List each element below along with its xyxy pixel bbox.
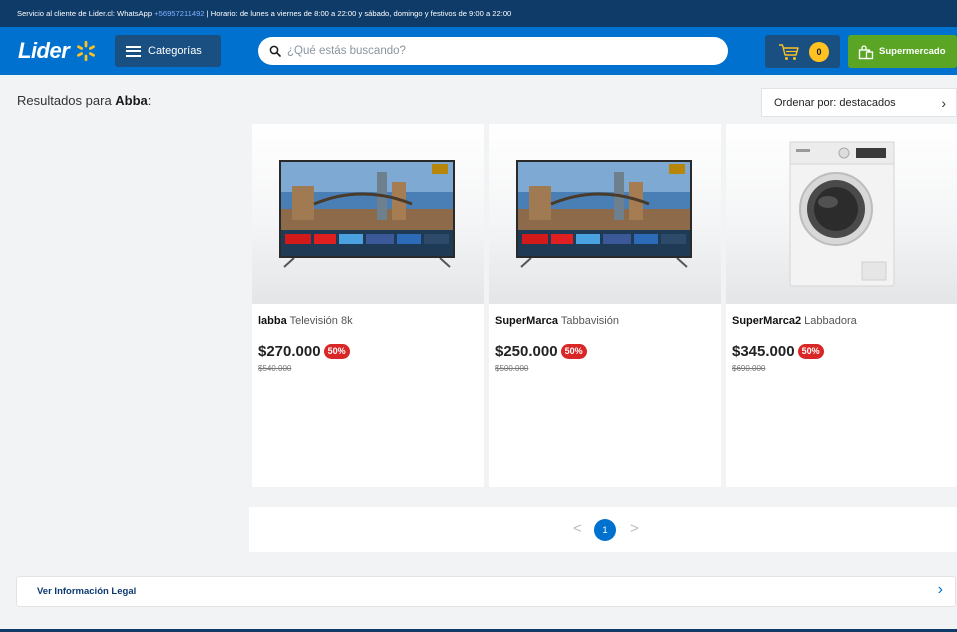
- tv-image: [279, 160, 455, 268]
- product-brand: SuperMarca: [495, 315, 558, 327]
- product-name[interactable]: SuperMarca Tabbavisión: [495, 315, 619, 327]
- product-price: $250.000: [495, 343, 558, 360]
- results-suffix: :: [147, 93, 152, 108]
- chevron-right-icon[interactable]: >: [630, 520, 639, 537]
- product-old-price: $690.000: [732, 364, 766, 373]
- product-image: [252, 124, 484, 304]
- product-price-row: $345.000 50%: [732, 343, 824, 360]
- product-card[interactable]: SuperMarca Tabbavisión $250.000 50% $500.…: [489, 124, 721, 487]
- customer-service-text: Servicio al cliente de Lider.cl: WhatsAp…: [17, 9, 155, 18]
- results-prefix: Resultados para: [17, 93, 116, 108]
- discount-badge: 50%: [323, 344, 350, 359]
- legal-info-label: Ver Información Legal: [37, 586, 137, 597]
- supermarket-label: Supermercado: [879, 46, 946, 57]
- schedule-text: | Horario: de lunes a viernes de 8:00 a …: [204, 9, 512, 18]
- cart-icon: [779, 43, 799, 60]
- grocery-bag-icon: [858, 44, 874, 59]
- menu-icon: [126, 45, 141, 57]
- page-button-current[interactable]: 1: [594, 519, 616, 541]
- product-old-price: $500.000: [495, 364, 529, 373]
- product-name[interactable]: SuperMarca2 Labbadora: [732, 315, 857, 327]
- product-image: [489, 124, 721, 304]
- legal-info-link[interactable]: Ver Información Legal ›: [16, 576, 956, 607]
- product-brand: labba: [258, 315, 287, 327]
- tv-image: [516, 160, 692, 268]
- product-price: $270.000: [258, 343, 321, 360]
- logo-text: Lider: [18, 38, 70, 63]
- product-card[interactable]: SuperMarca2 Labbadora $345.000 50% $690.0…: [726, 124, 957, 487]
- supermarket-button[interactable]: Supermercado: [848, 35, 957, 68]
- chevron-left-icon[interactable]: <: [573, 520, 582, 537]
- results-heading: Resultados para Abba:: [17, 93, 151, 108]
- search-input[interactable]: [287, 45, 707, 57]
- product-brand: SuperMarca2: [732, 315, 802, 327]
- results-query: Abba: [115, 93, 148, 108]
- search-bar: [258, 37, 728, 65]
- product-title: Tabbavisión: [560, 315, 619, 327]
- discount-badge: 50%: [560, 344, 587, 359]
- customer-service-bar: Servicio al cliente de Lider.cl: WhatsAp…: [0, 0, 957, 27]
- washing-machine-image: [789, 141, 895, 287]
- product-price-row: $270.000 50%: [258, 343, 350, 360]
- sort-label: Ordenar por: destacados: [774, 96, 896, 109]
- product-price-row: $250.000 50%: [495, 343, 587, 360]
- cart-button[interactable]: 0: [765, 35, 840, 68]
- product-old-price: $540.000: [258, 364, 292, 373]
- spark-icon: [77, 40, 96, 62]
- product-card[interactable]: labba Televisión 8k $270.000 50% $540.000: [252, 124, 484, 487]
- main-header: Lider Categorías ¿Qué estás buscando? 0 …: [0, 27, 957, 75]
- discount-badge: 50%: [797, 344, 824, 359]
- product-price: $345.000: [732, 343, 795, 360]
- cart-count-badge: 0: [809, 41, 829, 62]
- product-title: Labbadora: [804, 315, 857, 327]
- pagination: < 1 >: [249, 507, 957, 552]
- search-icon[interactable]: [269, 45, 281, 57]
- categories-button[interactable]: Categorías: [115, 35, 221, 67]
- product-name[interactable]: labba Televisión 8k: [258, 315, 353, 327]
- chevron-right-icon: ›: [941, 95, 946, 111]
- product-title: Televisión 8k: [289, 315, 353, 327]
- lider-logo[interactable]: Lider: [18, 37, 97, 65]
- sort-dropdown[interactable]: Ordenar por: destacados ›: [761, 88, 957, 117]
- chevron-right-icon: ›: [937, 581, 943, 598]
- whatsapp-phone-link[interactable]: +56957211492: [154, 9, 204, 18]
- categories-label: Categorías: [148, 45, 202, 57]
- product-image: [726, 124, 957, 304]
